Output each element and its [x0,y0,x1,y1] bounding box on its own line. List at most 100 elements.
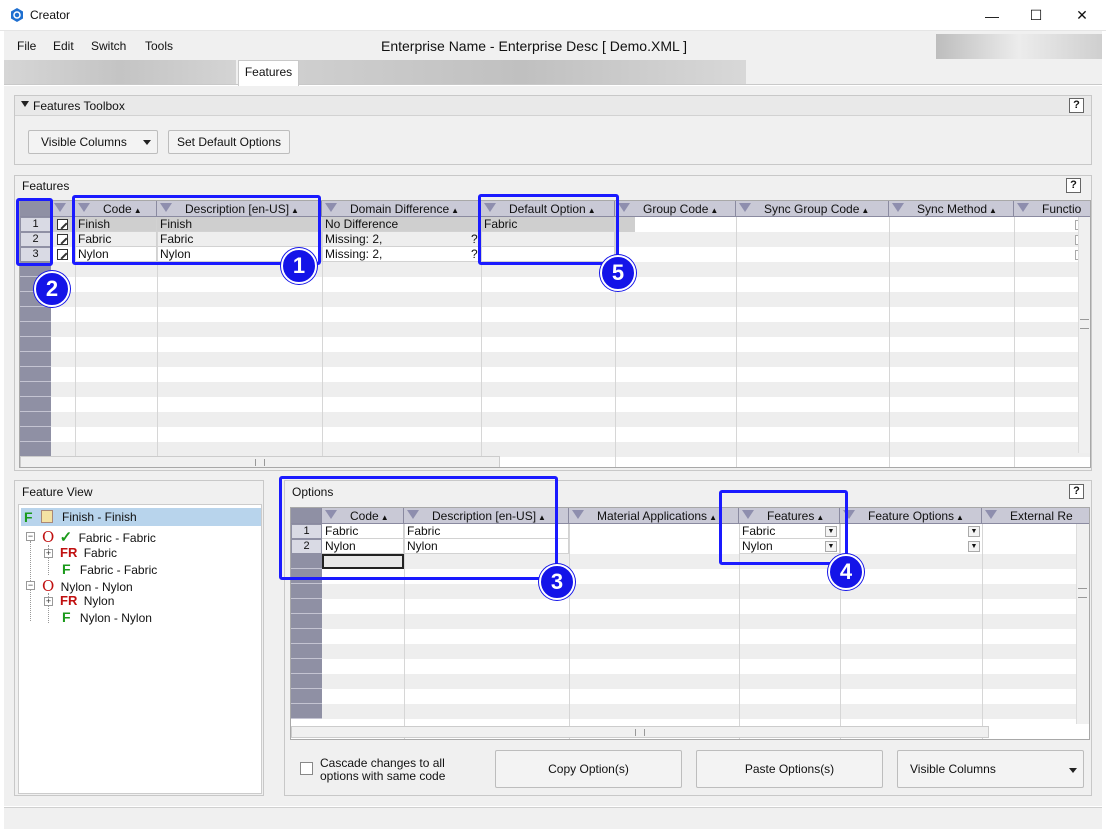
status-bar [4,807,1102,829]
tab-features[interactable]: Features [238,60,299,86]
expand-icon[interactable]: + [44,597,53,606]
blurred-tabs-left [4,60,236,84]
tree-node-label: Nylon [83,594,115,608]
filter-icon[interactable] [739,203,751,212]
filter-icon[interactable] [618,203,630,212]
tree-node-label: Fabric - Fabric [79,563,158,577]
annotation-box-5 [478,194,619,265]
tree-node-label: Finish - Finish [62,510,137,524]
feature-glyph: F [24,509,33,525]
annotation-badge-1: 1 [281,248,317,284]
tree-selection [21,508,261,526]
domain-difference-cell[interactable]: Missing: 2, [322,247,481,262]
header-sync-group-label: Sync Group Code [764,202,860,216]
toolbox-header[interactable] [15,96,1091,116]
tree-node-feature-nylon[interactable]: F Nylon - Nylon [62,609,152,625]
header-sync-group-code[interactable]: Sync Group Code ▲ [736,201,889,217]
tree-node-label: Fabric - Fabric [78,531,156,545]
menu-file[interactable]: File [17,39,36,53]
feature-view-title: Feature View [22,485,93,499]
vertical-scrollbar[interactable] [1076,524,1089,724]
tree-node-fr-nylon[interactable]: FR Nylon [60,593,114,608]
header-domain-difference[interactable]: Domain Difference ▲ [322,201,481,217]
edit-icon[interactable] [57,234,68,245]
header-external-ref[interactable]: External Re [982,508,1089,524]
copy-options-button[interactable]: Copy Option(s) [495,750,682,788]
scroll-thumb-grip[interactable] [1078,588,1087,598]
tree-node-fr-fabric[interactable]: FR Fabric [60,545,117,560]
features-title: Features [22,179,70,193]
feature-glyph: F [62,561,71,577]
scroll-thumb-grip[interactable] [635,729,645,736]
edit-icon[interactable] [57,219,68,230]
collapse-icon[interactable]: − [26,532,35,541]
tree-node-option-fabric[interactable]: O ✓ Fabric - Fabric [42,528,156,546]
collapse-arrow-icon[interactable] [21,101,29,107]
annotation-badge-5: 5 [600,255,636,291]
scroll-thumb-grip[interactable] [255,459,265,466]
header-group-code[interactable]: Group Code ▲ [615,201,736,217]
tree-node-label: Nylon - Nylon [60,580,133,594]
annotation-badge-4: 4 [828,554,864,590]
options-visible-columns-dropdown[interactable]: Visible Columns [897,750,1084,788]
domain-difference-cell[interactable]: No Difference [322,217,481,232]
filter-icon[interactable] [572,510,584,519]
tree-node-finish[interactable]: F Finish - Finish [24,509,137,525]
menu-tools[interactable]: Tools [145,39,173,53]
annotation-badge-3: 3 [539,564,575,600]
app-logo-icon [11,8,23,22]
annotation-badge-2: 2 [34,271,70,307]
tree-node-feature-fabric[interactable]: F Fabric - Fabric [62,561,157,577]
scroll-thumb-grip[interactable] [1080,319,1089,329]
annotation-box-2 [16,198,53,266]
help-icon[interactable]: ? [1069,98,1084,113]
visible-columns-dropdown[interactable]: Visible Columns [28,130,158,154]
feature-reference-glyph: FR [60,593,78,608]
header-sync-method-label: Sync Method [917,202,988,216]
filter-icon[interactable] [325,203,337,212]
header-domain-label: Domain Difference [350,202,450,216]
header-function[interactable]: Functio [1014,201,1090,217]
menu-switch[interactable]: Switch [91,39,126,53]
header-material-applications[interactable]: Material Applications ▲ [569,508,739,524]
header-function-label: Functio [1042,202,1082,216]
feature-reference-glyph: FR [60,545,78,560]
option-glyph: O [42,528,55,546]
set-default-options-button[interactable]: Set Default Options [168,130,290,154]
vertical-scrollbar[interactable] [1078,217,1090,453]
filter-icon[interactable] [1017,203,1029,212]
expand-icon[interactable]: + [44,549,53,558]
menu-edit[interactable]: Edit [53,39,74,53]
close-button[interactable]: ✕ [1059,0,1105,31]
paste-options-button[interactable]: Paste Options(s) [696,750,883,788]
edit-icon[interactable] [57,249,68,260]
domain-difference-question: ? [471,247,478,261]
header-feature-options[interactable]: Feature Options ▲ [840,508,982,524]
dropdown-arrow-icon [1069,768,1077,773]
dropdown-arrow-icon[interactable]: ▼ [968,541,980,552]
collapse-icon[interactable]: − [26,581,35,590]
help-icon[interactable]: ? [1066,178,1081,193]
tree-node-label: Fabric [83,546,118,560]
filter-icon[interactable] [985,510,997,519]
annotation-box-3 [279,476,558,580]
toolbox-title: Features Toolbox [33,99,125,113]
maximize-button[interactable]: ☐ [1013,0,1059,31]
visible-columns-label: Visible Columns [41,135,127,149]
dropdown-arrow-icon [143,140,151,145]
domain-difference-cell[interactable]: Missing: 2, [322,232,481,247]
blurred-region [936,34,1102,60]
header-sync-method[interactable]: Sync Method ▲ [889,201,1014,217]
help-icon[interactable]: ? [1069,484,1084,499]
domain-difference-question: ? [471,232,478,246]
dropdown-arrow-icon[interactable]: ▼ [968,526,980,537]
header-external-label: External Re [1010,509,1073,523]
cascade-label: Cascade changes to all options with same… [320,756,446,783]
filter-icon[interactable] [892,203,904,212]
header-material-label: Material Applications [597,509,708,523]
minimize-button[interactable]: — [969,0,1015,31]
feature-tree: F Finish - Finish − O ✓ Fabric - Fabric … [18,504,262,794]
cascade-checkbox[interactable] [300,762,313,775]
document-title: Enterprise Name - Enterprise Desc [ Demo… [381,38,688,54]
checkmark-icon: ✓ [59,529,73,546]
